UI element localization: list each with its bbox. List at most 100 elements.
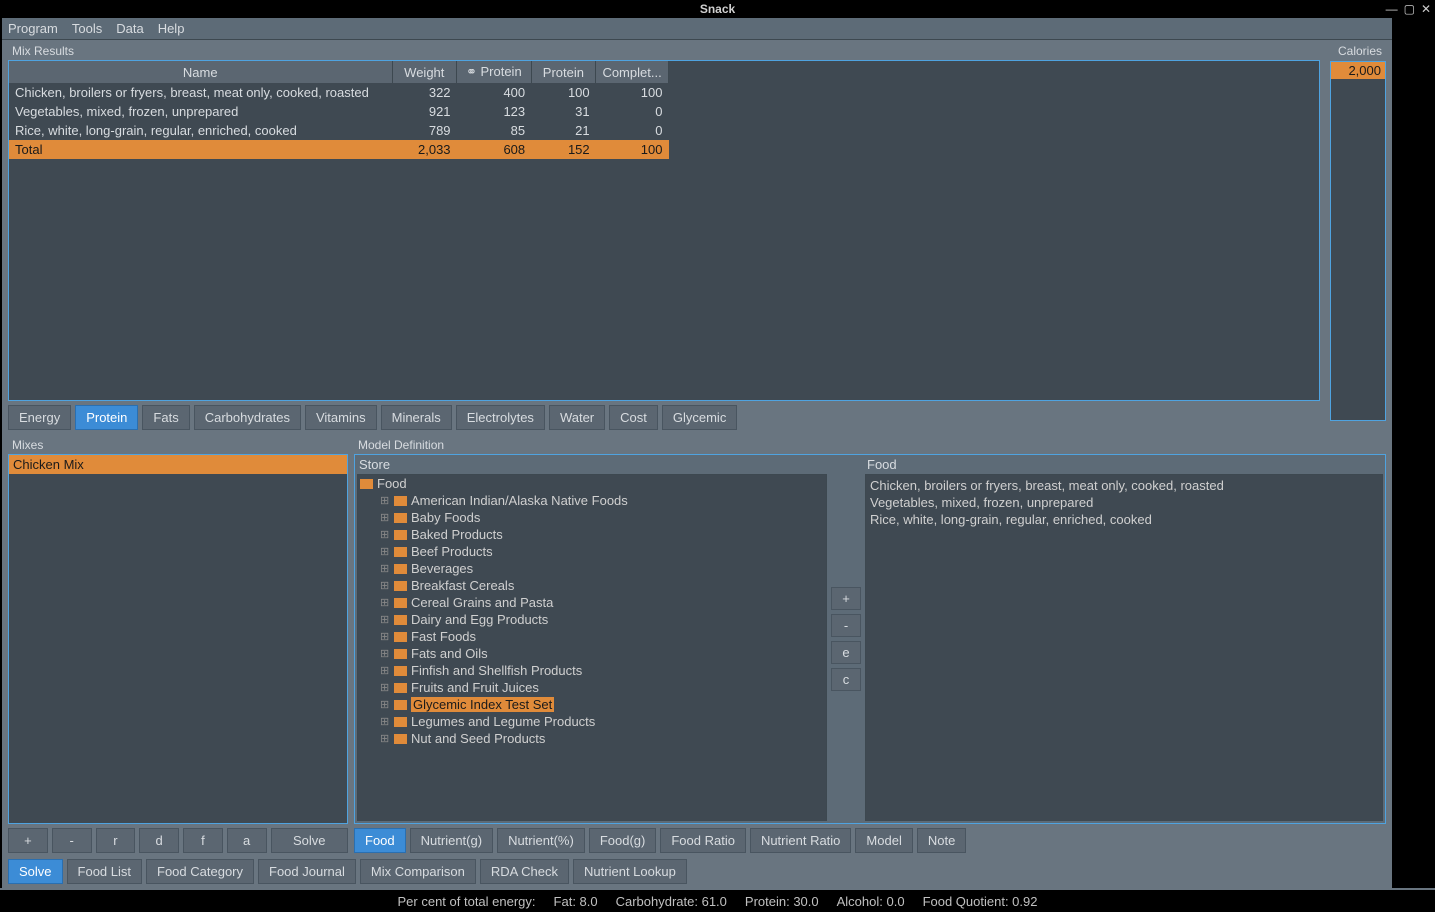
tree-root[interactable]: Food [358, 475, 826, 492]
tab-solve[interactable]: Solve [8, 859, 63, 884]
mixes-list[interactable]: Chicken Mix [8, 454, 348, 824]
table-row[interactable]: Rice, white, long-grain, regular, enrich… [9, 121, 669, 140]
top-area: Mix Results Name Weight ⚭ Protein Protei… [2, 40, 1392, 434]
menu-program[interactable]: Program [8, 21, 58, 36]
tree-item[interactable]: ⊞Fruits and Fruit Juices [358, 679, 826, 696]
tab-fats[interactable]: Fats [142, 405, 189, 430]
expand-icon[interactable]: ⊞ [380, 664, 390, 677]
col-aprotein[interactable]: ⚭ Protein [457, 61, 532, 83]
table-row[interactable]: Vegetables, mixed, frozen, unprepared 92… [9, 102, 669, 121]
tab-food-g[interactable]: Food(g) [589, 828, 657, 853]
food-item[interactable]: Rice, white, long-grain, regular, enrich… [870, 511, 1378, 528]
tab-food-ratio[interactable]: Food Ratio [660, 828, 746, 853]
tree-item[interactable]: ⊞Legumes and Legume Products [358, 713, 826, 730]
food-item[interactable]: Vegetables, mixed, frozen, unprepared [870, 494, 1378, 511]
table-row[interactable]: Chicken, broilers or fryers, breast, mea… [9, 83, 669, 102]
tab-model[interactable]: Model [855, 828, 912, 853]
expand-icon[interactable]: ⊞ [380, 528, 390, 541]
mix-item[interactable]: Chicken Mix [9, 455, 347, 474]
mix-remove-button[interactable]: - [52, 828, 92, 853]
tab-protein[interactable]: Protein [75, 405, 138, 430]
table-total-row[interactable]: Total 2,033 608 152 100 [9, 140, 669, 159]
mix-d-button[interactable]: d [139, 828, 179, 853]
expand-icon[interactable]: ⊞ [380, 630, 390, 643]
mix-a-button[interactable]: a [227, 828, 267, 853]
folder-icon [394, 547, 407, 557]
tab-vitamins[interactable]: Vitamins [305, 405, 377, 430]
e-button[interactable]: e [831, 641, 861, 664]
status-label: Per cent of total energy: [398, 894, 536, 909]
tab-food[interactable]: Food [354, 828, 406, 853]
mix-f-button[interactable]: f [183, 828, 223, 853]
tree-item[interactable]: ⊞Baked Products [358, 526, 826, 543]
close-icon[interactable]: ✕ [1421, 2, 1431, 16]
tab-glycemic[interactable]: Glycemic [662, 405, 737, 430]
titlebar: Snack — ▢ ✕ [0, 0, 1435, 18]
expand-icon[interactable]: ⊞ [380, 511, 390, 524]
tree-item[interactable]: ⊞Fast Foods [358, 628, 826, 645]
tree-item[interactable]: ⊞Baby Foods [358, 509, 826, 526]
expand-icon[interactable]: ⊞ [380, 698, 390, 711]
tab-carbs[interactable]: Carbohydrates [194, 405, 301, 430]
tab-food-journal[interactable]: Food Journal [258, 859, 356, 884]
menu-tools[interactable]: Tools [72, 21, 102, 36]
c-button[interactable]: c [831, 668, 861, 691]
col-complete[interactable]: Complet... [596, 61, 669, 83]
expand-icon[interactable]: ⊞ [380, 715, 390, 728]
tab-food-list[interactable]: Food List [67, 859, 142, 884]
col-name[interactable]: Name [9, 61, 392, 83]
tree-item[interactable]: ⊞Cereal Grains and Pasta [358, 594, 826, 611]
tree-item[interactable]: ⊞Finfish and Shellfish Products [358, 662, 826, 679]
tree-item[interactable]: ⊞Breakfast Cereals [358, 577, 826, 594]
tab-mix-comparison[interactable]: Mix Comparison [360, 859, 476, 884]
expand-icon[interactable]: ⊞ [380, 579, 390, 592]
expand-icon[interactable]: ⊞ [380, 681, 390, 694]
tree-item[interactable]: ⊞American Indian/Alaska Native Foods [358, 492, 826, 509]
expand-icon[interactable]: ⊞ [380, 732, 390, 745]
tree-item[interactable]: ⊞Beverages [358, 560, 826, 577]
calories-value[interactable]: 2,000 [1331, 62, 1385, 79]
expand-icon[interactable]: ⊞ [380, 613, 390, 626]
tab-food-category[interactable]: Food Category [146, 859, 254, 884]
tree-item[interactable]: ⊞Nut and Seed Products [358, 730, 826, 747]
store-panel: Store Food⊞American Indian/Alaska Native… [357, 457, 827, 821]
tab-note[interactable]: Note [917, 828, 966, 853]
tab-rda-check[interactable]: RDA Check [480, 859, 569, 884]
mixes-buttons: + - r d f a Solve [8, 824, 348, 853]
tab-nutrient-g[interactable]: Nutrient(g) [410, 828, 493, 853]
maximize-icon[interactable]: ▢ [1404, 2, 1415, 16]
add-food-button[interactable]: + [831, 587, 861, 610]
mix-add-button[interactable]: + [8, 828, 48, 853]
tab-nutrient-ratio[interactable]: Nutrient Ratio [750, 828, 851, 853]
mix-r-button[interactable]: r [96, 828, 136, 853]
menu-help[interactable]: Help [158, 21, 185, 36]
tab-energy[interactable]: Energy [8, 405, 71, 430]
expand-icon[interactable]: ⊞ [380, 494, 390, 507]
tab-nutrient-lookup[interactable]: Nutrient Lookup [573, 859, 687, 884]
bottom-tabs: Solve Food List Food Category Food Journ… [2, 857, 1392, 888]
tree-item[interactable]: ⊞Dairy and Egg Products [358, 611, 826, 628]
store-tree[interactable]: Food⊞American Indian/Alaska Native Foods… [357, 474, 827, 821]
food-label: Food [865, 457, 1383, 474]
tab-electrolytes[interactable]: Electrolytes [456, 405, 545, 430]
tab-minerals[interactable]: Minerals [381, 405, 452, 430]
expand-icon[interactable]: ⊞ [380, 647, 390, 660]
menu-data[interactable]: Data [116, 21, 143, 36]
food-item[interactable]: Chicken, broilers or fryers, breast, mea… [870, 477, 1378, 494]
folder-icon [394, 632, 407, 642]
col-weight[interactable]: Weight [392, 61, 457, 83]
remove-food-button[interactable]: - [831, 614, 861, 637]
tree-item[interactable]: ⊞Glycemic Index Test Set [358, 696, 826, 713]
tab-water[interactable]: Water [549, 405, 605, 430]
tree-item[interactable]: ⊞Fats and Oils [358, 645, 826, 662]
food-list[interactable]: Chicken, broilers or fryers, breast, mea… [865, 474, 1383, 821]
tab-nutrient-pct[interactable]: Nutrient(%) [497, 828, 585, 853]
mix-solve-button[interactable]: Solve [271, 828, 349, 853]
expand-icon[interactable]: ⊞ [380, 545, 390, 558]
tree-item[interactable]: ⊞Beef Products [358, 543, 826, 560]
expand-icon[interactable]: ⊞ [380, 596, 390, 609]
minimize-icon[interactable]: — [1386, 2, 1398, 16]
expand-icon[interactable]: ⊞ [380, 562, 390, 575]
tab-cost[interactable]: Cost [609, 405, 658, 430]
col-protein[interactable]: Protein [531, 61, 596, 83]
